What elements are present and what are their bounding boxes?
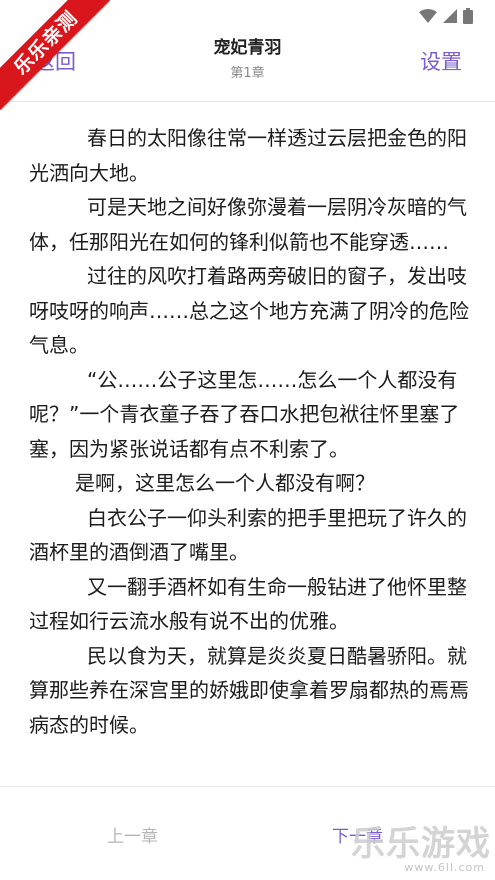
- paragraph: 白衣公子一仰头利索的把手里把玩了许久的酒杯里的酒倒酒了嘴里。: [29, 505, 467, 565]
- status-icons: [419, 8, 473, 24]
- paragraph: 可是天地之间好像弥漫着一层阴冷灰暗的气体，任那阳光在如何的锋利似箭也不能穿透……: [29, 195, 467, 254]
- paragraph: 民以食为天，就算是炎炎夏日酷暑骄阳。就算那些养在深宫里的娇娥即使拿着罗扇都热的焉…: [29, 643, 469, 737]
- signal-icon: [443, 9, 457, 23]
- reader-screen: 乐乐亲测 返回 宠妃青羽 第1章 设置 春日的太阳像往常一样透过云层把金色的阳光…: [0, 0, 495, 880]
- footer-divider: [0, 786, 495, 787]
- watermark-text: 乐乐游戏: [351, 824, 491, 864]
- paragraph: 春日的太阳像往常一样透过云层把金色的阳光洒向大地。: [29, 126, 467, 185]
- wifi-icon: [419, 9, 437, 23]
- paragraph: 是啊，这里怎么一个人都没有啊？: [75, 471, 375, 495]
- battery-icon: [463, 8, 473, 24]
- paragraph: 过往的风吹打着路两旁破旧的窗子，发出吱呀吱呀的响声……总之这个地方充满了阴冷的危…: [29, 264, 469, 357]
- chapter-content: 春日的太阳像往常一样透过云层把金色的阳光洒向大地。 可是天地之间好像弥漫着一层阴…: [29, 121, 469, 742]
- paragraph: 又一翻手酒杯如有生命一般钻进了他怀里整过程如行云流水般有说不出的优雅。: [29, 574, 467, 634]
- ribbon-label: 乐乐亲测: [0, 0, 110, 110]
- paragraph: “公……公子这里怎……怎么一个人都没有呢？”一个青衣童子吞了吞口水把包袱往怀里塞…: [29, 367, 460, 461]
- promo-ribbon: 乐乐亲测: [0, 0, 110, 110]
- settings-button[interactable]: 设置: [420, 46, 462, 76]
- watermark-logo: 乐乐游戏 www.6ll.com: [351, 826, 491, 874]
- prev-chapter-button[interactable]: 上一章: [107, 822, 158, 847]
